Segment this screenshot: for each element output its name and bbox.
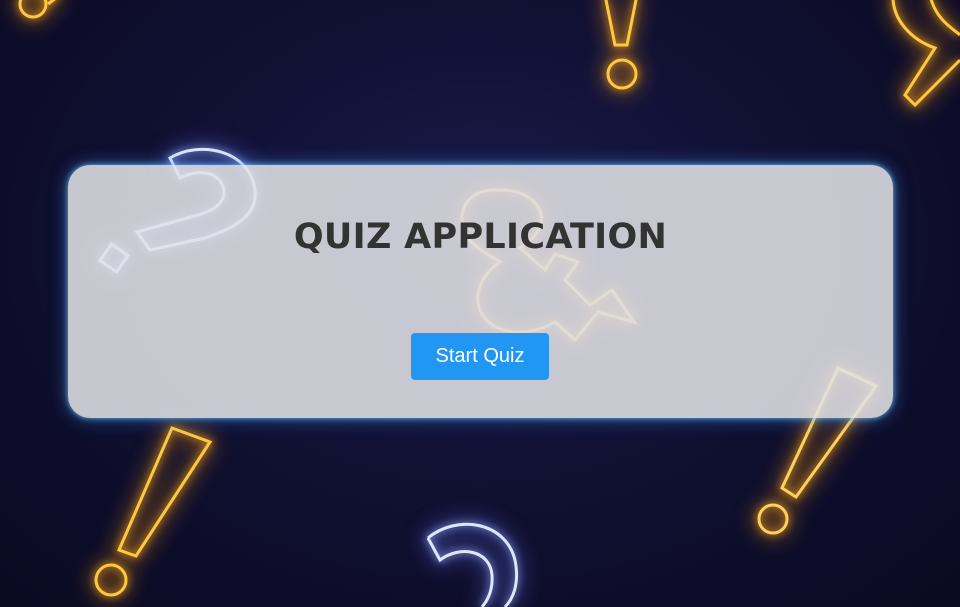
exclamation-mark-icon bbox=[604, 0, 638, 90]
page-title: QUIZ APPLICATION bbox=[293, 217, 668, 257]
exclamation-mark-icon bbox=[18, 0, 56, 19]
exclamation-mark-icon bbox=[94, 426, 213, 597]
question-mark-icon bbox=[426, 522, 519, 607]
welcome-card: QUIZ APPLICATION Start Quiz bbox=[68, 165, 893, 418]
ampersand-icon bbox=[891, 0, 960, 108]
start-quiz-button[interactable]: Start Quiz bbox=[411, 333, 549, 380]
